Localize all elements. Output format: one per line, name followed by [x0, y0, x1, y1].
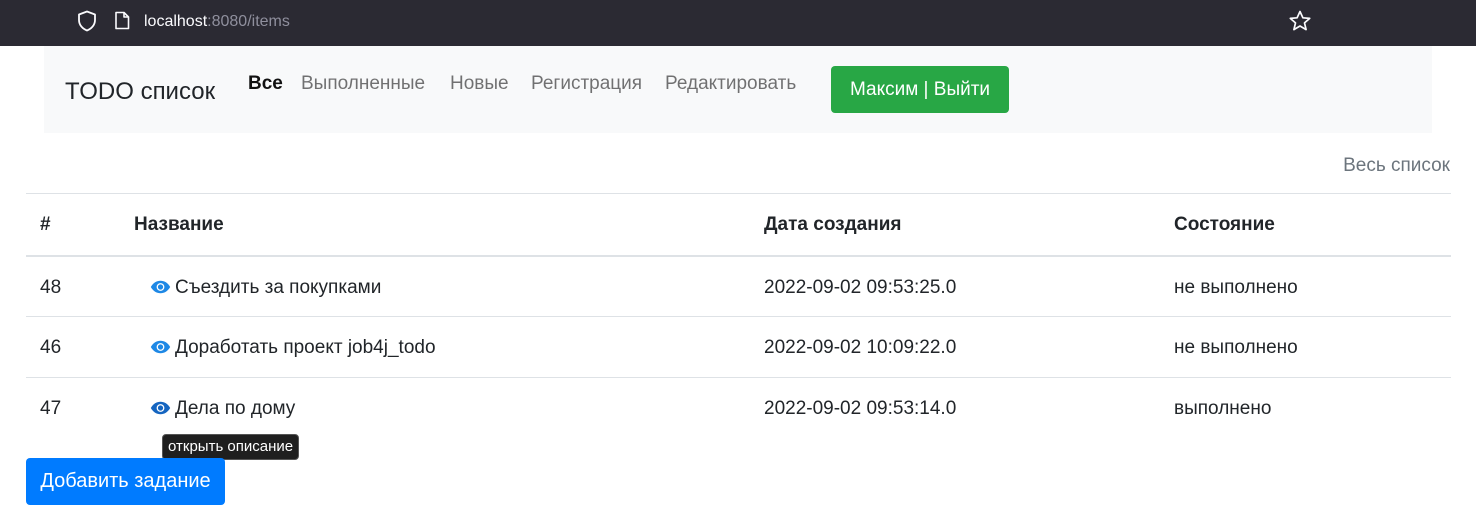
- page-icon[interactable]: [114, 11, 130, 30]
- row-name[interactable]: Дела по дому: [175, 398, 295, 419]
- eye-icon[interactable]: [150, 401, 171, 415]
- add-task-button[interactable]: Добавить задание: [26, 458, 225, 505]
- row-state: не выполнено: [1174, 337, 1298, 358]
- table-header: # Название Дата создания Состояние: [26, 193, 1451, 255]
- eye-icon[interactable]: [150, 340, 171, 354]
- header-number: #: [40, 214, 51, 235]
- url-path: :8080/items: [207, 13, 290, 30]
- table-row: 47 Дела по дому 2022-09-02 09:53:14.0 вы…: [26, 377, 1451, 438]
- row-state: выполнено: [1174, 398, 1272, 419]
- nav-link-completed[interactable]: Выполненные: [301, 72, 425, 96]
- row-name-cell: Доработать проект job4j_todo: [150, 336, 436, 360]
- table-row: 46 Доработать проект job4j_todo 2022-09-…: [26, 316, 1451, 377]
- header-created: Дата создания: [764, 214, 902, 235]
- row-name[interactable]: Съездить за покупками: [175, 277, 381, 298]
- shield-icon[interactable]: [77, 10, 97, 32]
- table-row: 48 Съездить за покупками 2022-09-02 09:5…: [26, 255, 1451, 316]
- row-id: 48: [40, 277, 62, 298]
- row-state: не выполнено: [1174, 277, 1298, 298]
- row-name-cell: Съездить за покупками: [150, 276, 381, 300]
- all-list-link[interactable]: Весь список: [1343, 154, 1450, 178]
- row-created: 2022-09-02 10:09:22.0: [764, 337, 957, 358]
- navbar-brand[interactable]: TODO список: [65, 77, 215, 107]
- row-id: 46: [40, 337, 62, 358]
- browser-toolbar: localhost:8080/items: [0, 0, 1476, 46]
- user-logout-button[interactable]: Максим | Выйти: [831, 66, 1009, 113]
- row-created: 2022-09-02 09:53:14.0: [764, 398, 957, 419]
- url-host: localhost: [144, 13, 208, 30]
- navbar: TODO список Все Выполненные Новые Регист…: [44, 46, 1432, 133]
- eye-icon[interactable]: [150, 280, 171, 294]
- address-bar-url[interactable]: localhost:8080/items: [144, 12, 290, 32]
- header-name: Название: [134, 214, 224, 235]
- row-id: 47: [40, 398, 62, 419]
- nav-link-new[interactable]: Новые: [450, 72, 509, 96]
- row-name[interactable]: Доработать проект job4j_todo: [175, 337, 436, 358]
- header-state: Состояние: [1174, 214, 1275, 235]
- nav-link-registration[interactable]: Регистрация: [531, 72, 642, 96]
- star-icon[interactable]: [1288, 10, 1312, 32]
- eye-tooltip: открыть описание: [162, 434, 300, 460]
- nav-link-edit[interactable]: Редактировать: [665, 72, 796, 96]
- row-created: 2022-09-02 09:53:25.0: [764, 277, 957, 298]
- row-name-cell: Дела по дому: [150, 397, 295, 421]
- nav-link-all[interactable]: Все: [248, 72, 283, 96]
